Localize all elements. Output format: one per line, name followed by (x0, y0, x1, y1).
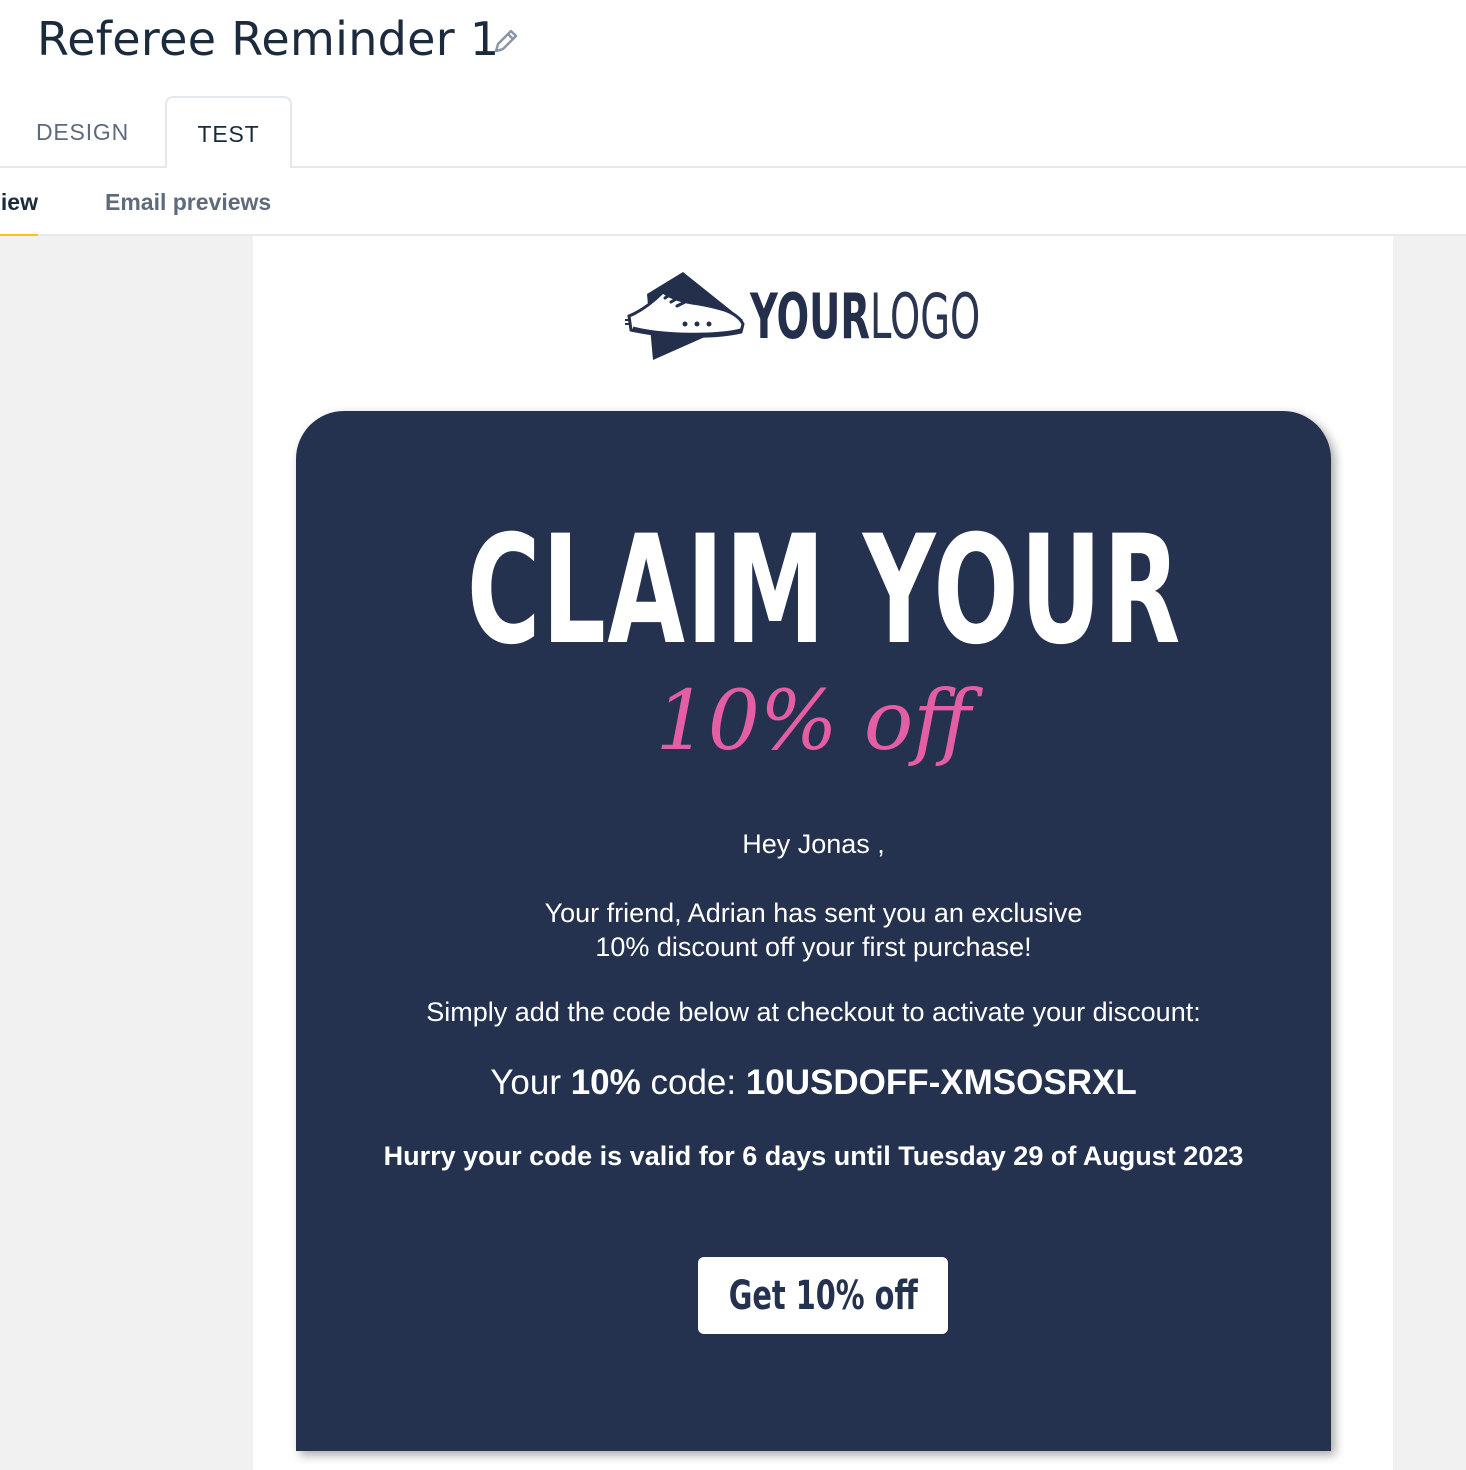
page-header: Referee Reminder 1 (0, 0, 1466, 96)
code-middle: code: (640, 1063, 746, 1102)
get-discount-button[interactable]: Get 10% off (698, 1257, 948, 1334)
subtab-preview[interactable]: iew (0, 168, 38, 236)
page-title: Referee Reminder 1 (37, 12, 500, 66)
pencil-icon[interactable] (490, 25, 522, 57)
discount-code-line: Your 10% code: 10USDOFF-XMSOSRXL (296, 1063, 1331, 1103)
email-canvas: YOURLOGO CLAIM YOUR 10% off Hey Jonas , … (253, 236, 1393, 1470)
validity-notice: Hurry your code is valid for 6 days unti… (383, 1141, 1244, 1171)
message-line-2: 10% discount off your first purchase! (595, 932, 1032, 962)
subheadline: 10% off (655, 674, 972, 769)
subtab-preview-label: iew (0, 188, 38, 215)
tab-design[interactable]: DESIGN (0, 96, 165, 168)
tab-test[interactable]: TEST (165, 96, 292, 170)
get-discount-button-label: Get 10% off (728, 1272, 918, 1319)
sub-tabs: iew Email previews (0, 168, 1466, 236)
sneaker-icon (625, 272, 745, 360)
logo-word-bold: YOUR (750, 280, 870, 353)
logo-wordmark: YOURLOGO (750, 286, 980, 348)
subtab-email-previews[interactable]: Email previews (105, 168, 271, 236)
message: Your friend, Adrian has sent you an excl… (296, 896, 1331, 964)
brand-logo: YOURLOGO (625, 264, 1025, 364)
preview-area: YOURLOGO CLAIM YOUR 10% off Hey Jonas , … (0, 236, 1466, 1470)
logo-word-light: LOGO (869, 280, 981, 353)
code-prefix: Your (490, 1063, 571, 1102)
code-percent: 10% (570, 1063, 641, 1102)
discount-code: 10USDOFF-XMSOSRXL (745, 1063, 1137, 1102)
instruction: Simply add the code below at checkout to… (426, 997, 1201, 1027)
greeting: Hey Jonas , (742, 829, 885, 859)
headline: CLAIM YOUR (466, 504, 1182, 678)
main-tabs: DESIGN TEST (0, 96, 1466, 170)
message-line-1: Your friend, Adrian has sent you an excl… (544, 898, 1083, 928)
offer-card: CLAIM YOUR 10% off Hey Jonas , Your frie… (296, 411, 1331, 1451)
